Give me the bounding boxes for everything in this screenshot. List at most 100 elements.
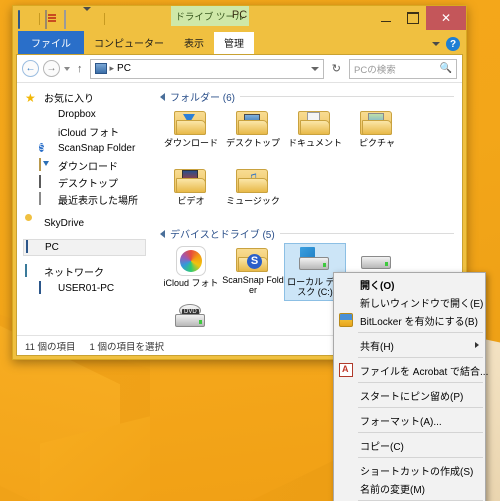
list-item[interactable]: ♫ ミュージック	[222, 164, 284, 222]
pc-icon[interactable]	[18, 10, 34, 29]
item-label: ダウンロード	[163, 138, 218, 148]
menu-item-enable-bitlocker[interactable]: BitLocker を有効にする(B)	[334, 311, 485, 329]
sidebar-group-network[interactable]: ネットワーク	[23, 263, 150, 280]
icloud-photos-icon	[176, 246, 206, 276]
navigation-pane: ★ お気に入り Dropbox iCloud フォト S ScanSnap Fo…	[17, 83, 150, 335]
sidebar-group-label: ネットワーク	[44, 268, 104, 279]
desktop-icon	[39, 174, 53, 190]
up-button[interactable]: ↑	[74, 63, 86, 75]
section-header-folders[interactable]: フォルダー (6)	[160, 89, 454, 104]
menu-item-open-new-window[interactable]: 新しいウィンドウで開く(E)	[334, 293, 485, 311]
submenu-arrow-icon	[475, 342, 479, 348]
window-controls: ✕	[372, 6, 466, 30]
skydrive-icon	[25, 217, 39, 231]
close-button[interactable]: ✕	[426, 6, 466, 30]
sidebar-item-pc[interactable]: PC	[23, 239, 146, 256]
pc-icon	[26, 239, 40, 255]
sidebar-item-label: 最近表示した場所	[58, 196, 138, 207]
sidebar-item-scansnap-folder[interactable]: S ScanSnap Folder	[23, 140, 150, 157]
list-item[interactable]: ダウンロード	[160, 106, 222, 164]
menu-item-label: ファイルを Acrobat で結合...	[360, 366, 489, 378]
downloads-folder-icon	[174, 109, 208, 136]
sidebar-group-favorites[interactable]: ★ お気に入り	[23, 89, 150, 106]
sidebar-item-desktop[interactable]: デスクトップ	[23, 174, 150, 191]
videos-folder-icon	[174, 167, 208, 194]
maximize-button[interactable]	[399, 6, 426, 30]
section-header-devices[interactable]: デバイスとドライブ (5)	[160, 226, 454, 241]
sidebar-item-recent-places[interactable]: 最近表示した場所	[23, 191, 150, 208]
menu-item-open[interactable]: 開く(O)	[334, 275, 485, 293]
collapse-triangle-icon[interactable]	[160, 229, 165, 238]
scansnap-icon: S	[39, 142, 45, 152]
sidebar-item-user01-pc[interactable]: USER01-PC	[23, 280, 150, 297]
ribbon-right-controls: ?	[432, 37, 460, 51]
tab-file[interactable]: ファイル	[18, 31, 84, 54]
menu-item-create-shortcut[interactable]: ショートカットの作成(S)	[334, 461, 485, 479]
menu-item-copy[interactable]: コピー(C)	[334, 436, 485, 454]
menu-separator	[358, 457, 483, 458]
chevron-down-icon[interactable]	[432, 42, 440, 46]
menu-item-rename[interactable]: 名前の変更(M)	[334, 479, 485, 497]
new-folder-icon[interactable]	[64, 10, 80, 29]
menu-item-format[interactable]: フォーマット(A)...	[334, 411, 485, 429]
sidebar-item-skydrive[interactable]: SkyDrive	[23, 215, 150, 232]
list-item[interactable]: DVD DVD RW ドライブ (E:)	[160, 301, 222, 335]
folders-grid: ダウンロード デスクトップ ドキュメント ピクチャ ビデオ ミュージック	[160, 106, 454, 222]
sidebar-item-downloads[interactable]: ダウンロード	[23, 157, 150, 174]
collapse-triangle-icon[interactable]	[160, 92, 165, 101]
menu-item-combine-acrobat[interactable]: ファイルを Acrobat で結合...	[334, 361, 489, 379]
item-label: ピクチャ	[359, 138, 395, 148]
properties-icon[interactable]	[45, 10, 61, 29]
help-icon[interactable]: ?	[446, 37, 460, 51]
item-label: iCloud フォト	[163, 278, 219, 288]
menu-item-label: 共有(H)	[360, 341, 394, 353]
divider	[39, 13, 40, 25]
music-folder-icon: ♫	[236, 167, 270, 194]
sidebar-item-label: Dropbox	[58, 109, 96, 120]
sidebar-item-label: ダウンロード	[58, 162, 118, 173]
item-label: ScanSnap Folder	[222, 275, 284, 295]
sidebar-item-icloud-photos[interactable]: iCloud フォト	[23, 123, 150, 140]
pictures-folder-icon	[360, 109, 394, 136]
context-menu: 開く(O) 新しいウィンドウで開く(E) BitLocker を有効にする(B)…	[333, 272, 489, 501]
tab-view[interactable]: 表示	[174, 32, 214, 54]
item-count-label: 11 個の項目	[25, 341, 76, 353]
shield-icon	[339, 313, 353, 327]
customize-caret-icon[interactable]	[83, 7, 99, 28]
back-button[interactable]: ←	[22, 60, 39, 77]
tab-computer[interactable]: コンピューター	[84, 32, 174, 54]
list-item[interactable]: ドキュメント	[284, 106, 346, 164]
breadcrumb-item-pc[interactable]: PC	[117, 63, 131, 74]
sidebar-item-label: USER01-PC	[58, 283, 115, 294]
refresh-icon[interactable]: ↻	[328, 62, 345, 75]
list-item[interactable]: ビデオ	[160, 164, 222, 222]
sidebar-item-dropbox[interactable]: Dropbox	[23, 106, 150, 123]
menu-item-share[interactable]: 共有(H)	[334, 336, 485, 354]
list-item[interactable]: iCloud フォト	[160, 243, 222, 301]
menu-separator	[358, 357, 483, 358]
recent-places-icon	[39, 191, 53, 207]
list-item[interactable]: S ScanSnap Folder	[222, 243, 284, 301]
section-header-label: フォルダー (6)	[170, 93, 235, 104]
star-icon: ★	[25, 90, 36, 105]
contextual-tab-label: ドライブ ツール	[171, 6, 249, 26]
menu-item-pin-to-start[interactable]: スタートにピン留め(P)	[334, 386, 485, 404]
acrobat-icon	[339, 363, 353, 377]
tab-manage[interactable]: 管理	[214, 32, 254, 54]
minimize-button[interactable]	[372, 6, 399, 30]
search-input[interactable]: PCの検索 🔍	[349, 58, 457, 79]
address-bar: ← → ↑ ▸ PC ↻ PCの検索 🔍	[17, 55, 462, 82]
chevron-down-icon[interactable]	[310, 66, 319, 71]
recent-locations-icon[interactable]	[64, 66, 70, 71]
documents-folder-icon	[298, 109, 332, 136]
breadcrumb[interactable]: ▸ PC	[89, 58, 324, 79]
list-item[interactable]: デスクトップ	[222, 106, 284, 164]
item-label: ビデオ	[177, 196, 205, 206]
desktop-folder-icon	[236, 109, 270, 136]
forward-button[interactable]: →	[43, 60, 60, 77]
dvd-drive-icon: DVD	[173, 304, 209, 332]
list-item[interactable]: ピクチャ	[346, 106, 408, 164]
section-header-label: デバイスとドライブ (5)	[170, 230, 275, 241]
search-icon[interactable]: 🔍	[440, 63, 452, 74]
sidebar-group-label: お気に入り	[44, 94, 94, 105]
